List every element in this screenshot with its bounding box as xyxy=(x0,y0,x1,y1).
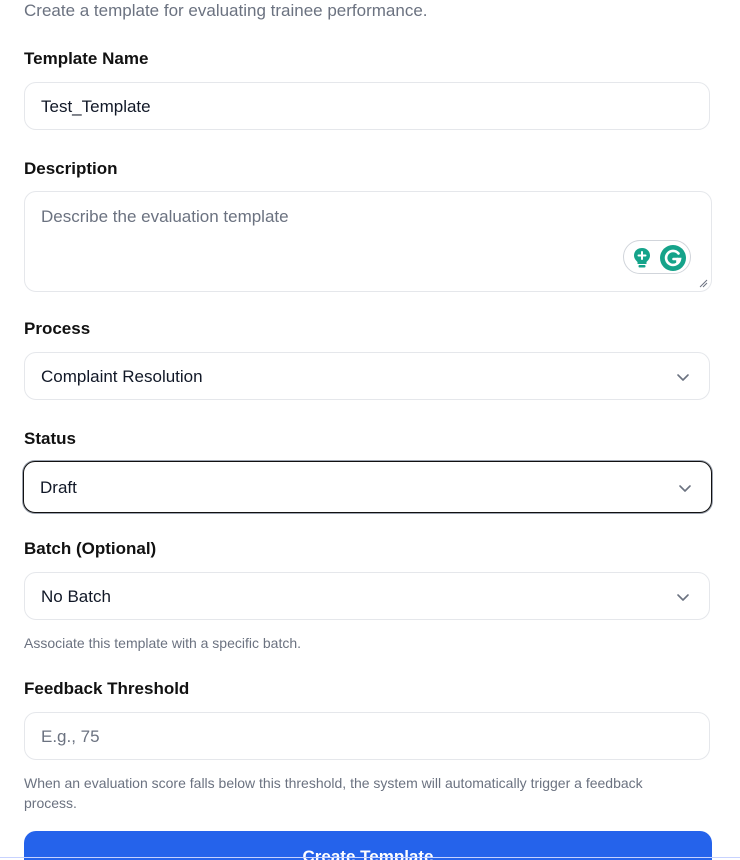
template-name-value: Test_Template xyxy=(41,97,151,116)
status-selected-value: Draft xyxy=(40,478,77,497)
status-label: Status xyxy=(24,429,76,448)
chevron-down-icon xyxy=(679,485,691,492)
create-template-form: Create a template for evaluating trainee… xyxy=(0,0,740,860)
process-label: Process xyxy=(24,319,91,338)
description-placeholder: Describe the evaluation template xyxy=(41,207,289,226)
form-subtitle: Create a template for evaluating trainee… xyxy=(24,1,428,20)
feedback-threshold-helper-line1: When an evaluation score falls below thi… xyxy=(24,775,643,791)
bottom-divider xyxy=(0,857,740,858)
lightbulb-icon[interactable] xyxy=(629,245,655,271)
process-selected-value: Complaint Resolution xyxy=(41,367,203,386)
batch-selected-value: No Batch xyxy=(41,587,111,606)
process-select[interactable]: Complaint Resolution xyxy=(24,352,710,400)
feedback-threshold-input[interactable]: E.g., 75 xyxy=(24,712,710,760)
batch-select[interactable]: No Batch xyxy=(24,572,710,620)
batch-helper-text: Associate this template with a specific … xyxy=(24,635,302,651)
grammarly-widget[interactable] xyxy=(623,240,691,274)
template-name-label: Template Name xyxy=(24,49,149,68)
grammarly-g-icon[interactable] xyxy=(659,244,687,272)
description-label: Description xyxy=(24,159,118,178)
feedback-threshold-label: Feedback Threshold xyxy=(24,679,190,698)
feedback-threshold-helper-line2: process. xyxy=(24,795,77,811)
chevron-down-icon xyxy=(677,374,689,381)
resize-handle-icon[interactable] xyxy=(698,278,708,288)
template-name-input[interactable]: Test_Template xyxy=(24,82,710,130)
description-textarea[interactable]: Describe the evaluation template xyxy=(24,191,712,292)
chevron-down-icon xyxy=(677,594,689,601)
feedback-threshold-placeholder: E.g., 75 xyxy=(41,727,100,746)
status-select[interactable]: Draft xyxy=(23,461,712,513)
batch-label: Batch (Optional) xyxy=(24,539,157,558)
create-template-button[interactable]: Create Template xyxy=(24,831,712,860)
